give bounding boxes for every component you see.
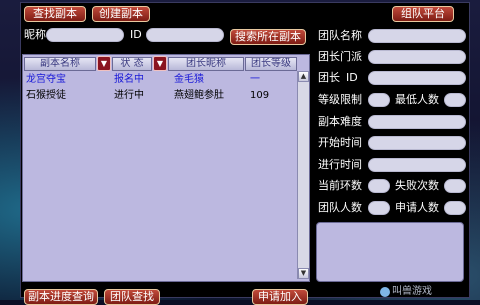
search-location-button[interactable]: 搜索所在副本 [230, 29, 306, 45]
column-header-name[interactable]: 副本名称 [24, 57, 96, 71]
level-limit-label: 等级限制 [318, 93, 362, 106]
table-row[interactable]: 石猴授徒 进行中 燕翅鲍参肚 109 [24, 89, 296, 103]
row-level: 一 [250, 74, 260, 85]
leader-sect-label: 团长门派 [318, 50, 362, 63]
level-limit-field [368, 93, 390, 107]
row-leader: 金毛猿 [174, 74, 204, 85]
fail-count-field [444, 179, 466, 193]
watermark-text: 叫兽游戏 [392, 286, 432, 297]
leader-id-label: ID [346, 71, 358, 84]
current-round-field [368, 179, 390, 193]
nickname-input[interactable] [46, 28, 124, 42]
description-box [316, 222, 464, 282]
team-name-label: 团队名称 [318, 29, 362, 42]
scroll-down-icon[interactable]: ▼ [298, 268, 309, 279]
column-header-level[interactable]: 团长等级 [245, 57, 297, 71]
id-label: ID [130, 28, 142, 41]
sort-dropdown-icon[interactable]: ▼ [97, 56, 111, 71]
table-row[interactable]: 龙宫夺宝 报名中 金毛猿 一 [24, 73, 296, 87]
applicants-field [444, 201, 466, 215]
progress-query-button[interactable]: 副本进度查询 [24, 289, 98, 305]
leader-id-field [368, 71, 466, 85]
team-search-button[interactable]: 团队查找 [104, 289, 160, 305]
min-people-label: 最低人数 [395, 93, 439, 106]
sort-dropdown-icon[interactable]: ▼ [153, 56, 167, 71]
applicants-label: 申请人数 [395, 201, 439, 214]
row-dungeon-name: 石猴授徒 [26, 90, 66, 101]
elapsed-time-label: 进行时间 [318, 158, 362, 171]
team-name-field [368, 29, 466, 43]
current-round-label: 当前环数 [318, 179, 362, 192]
row-level: 109 [250, 90, 270, 101]
leader-label: 团长 [318, 71, 340, 84]
difficulty-label: 副本难度 [318, 115, 362, 128]
difficulty-field [368, 115, 466, 129]
scroll-up-icon[interactable]: ▲ [298, 71, 309, 82]
team-platform-button[interactable]: 组队平台 [392, 6, 454, 22]
apply-join-button[interactable]: 申请加入 [252, 289, 308, 305]
start-time-field [368, 136, 466, 150]
tab-find-dungeon[interactable]: 查找副本 [24, 6, 86, 22]
tab-create-dungeon[interactable]: 创建副本 [92, 6, 150, 22]
leader-sect-field [368, 50, 466, 64]
column-header-status[interactable]: 状 态 [112, 57, 152, 71]
row-leader: 燕翅鲍参肚 [174, 90, 224, 101]
row-dungeon-name: 龙宫夺宝 [26, 74, 66, 85]
list-scrollbar[interactable]: ▲ ▼ [297, 71, 309, 279]
column-header-leader[interactable]: 团长昵称 [168, 57, 244, 71]
elapsed-time-field [368, 158, 466, 172]
start-time-label: 开始时间 [318, 136, 362, 149]
id-input[interactable] [146, 28, 224, 42]
min-people-field [444, 93, 466, 107]
nickname-label: 昵称 [24, 28, 46, 41]
watermark-icon [380, 287, 390, 297]
row-status: 报名中 [114, 74, 144, 85]
team-size-label: 团队人数 [318, 201, 362, 214]
row-status: 进行中 [114, 90, 144, 101]
team-size-field [368, 201, 390, 215]
fail-count-label: 失败次数 [395, 179, 439, 192]
